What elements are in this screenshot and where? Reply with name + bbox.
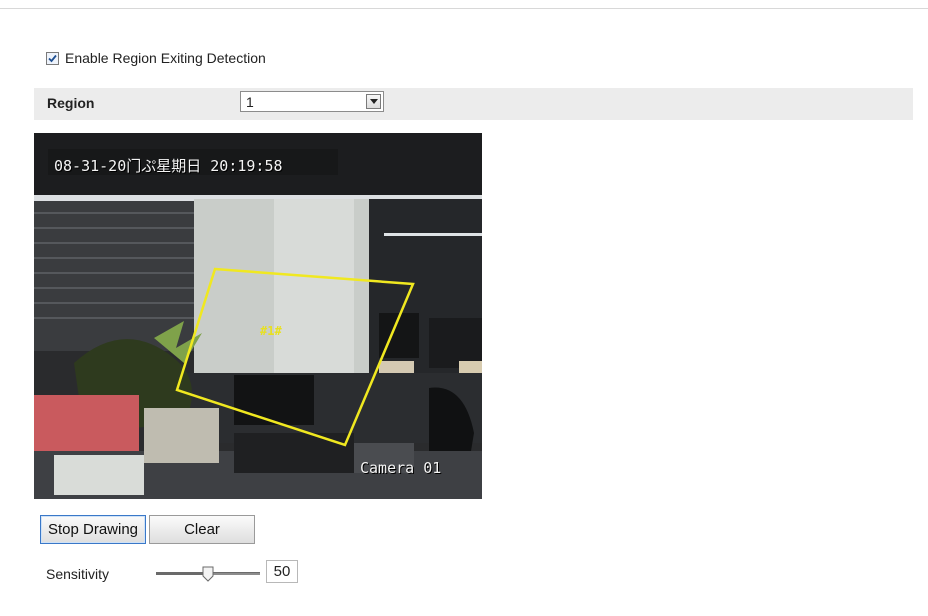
video-preview[interactable]: 08-31-20门ぷ星期日 20:19:58 #1# Camera 01 bbox=[34, 133, 482, 499]
sensitivity-slider-fill bbox=[156, 572, 208, 575]
sensitivity-value[interactable]: 50 bbox=[266, 560, 298, 583]
region-select[interactable]: 1 bbox=[240, 91, 384, 112]
checkmark-icon bbox=[48, 54, 57, 62]
enable-detection-row[interactable]: Enable Region Exiting Detection bbox=[46, 50, 266, 66]
sensitivity-slider[interactable] bbox=[156, 566, 260, 582]
osd-camera-name: Camera 01 bbox=[360, 459, 442, 477]
enable-detection-checkbox[interactable] bbox=[46, 51, 59, 65]
enable-detection-label[interactable]: Enable Region Exiting Detection bbox=[65, 50, 266, 66]
osd-datetime: 08-31-20门ぷ星期日 20:19:58 bbox=[54, 157, 283, 175]
camera-scene bbox=[34, 133, 482, 499]
region-select-value: 1 bbox=[246, 94, 254, 110]
chevron-down-icon[interactable] bbox=[366, 94, 381, 109]
region-row: Region 1 bbox=[34, 88, 913, 120]
stop-drawing-button[interactable]: Stop Drawing bbox=[40, 515, 146, 544]
sensitivity-label: Sensitivity bbox=[46, 566, 110, 582]
region-label: Region bbox=[47, 95, 95, 111]
top-divider bbox=[0, 8, 928, 9]
clear-button[interactable]: Clear bbox=[149, 515, 255, 544]
slider-thumb-icon[interactable] bbox=[202, 566, 214, 582]
region-number-tag: #1# bbox=[260, 324, 282, 338]
